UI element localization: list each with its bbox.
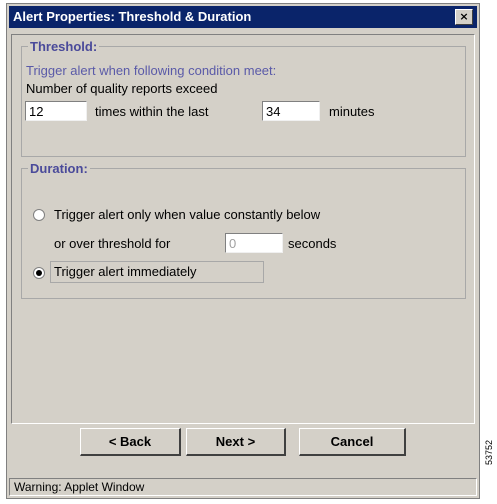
option2-label: Trigger alert immediately	[54, 264, 197, 279]
seconds-input[interactable]	[225, 233, 283, 253]
times-within-label: times within the last	[95, 104, 209, 119]
next-button[interactable]: Next >	[186, 428, 286, 456]
threshold-description: Trigger alert when following condition m…	[26, 63, 277, 78]
figure-id: 53752	[484, 439, 494, 465]
dialog-title: Alert Properties: Threshold & Duration	[13, 9, 252, 24]
title-bar: Alert Properties: Threshold & Duration ×	[9, 6, 477, 28]
status-bar: Warning: Applet Window	[9, 478, 477, 496]
content-panel: Threshold: Trigger alert when following …	[11, 34, 475, 424]
duration-legend: Duration:	[30, 161, 88, 176]
cancel-button[interactable]: Cancel	[299, 428, 406, 456]
seconds-label: seconds	[288, 236, 337, 251]
radio-selected-dot	[36, 270, 42, 276]
threshold-line1: Number of quality reports exceed	[26, 81, 218, 96]
option1-line1: Trigger alert only when value constantly…	[54, 207, 321, 222]
minutes-label: minutes	[329, 104, 375, 119]
close-icon[interactable]: ×	[455, 9, 473, 25]
threshold-group: Threshold:	[21, 39, 466, 157]
report-count-input[interactable]	[25, 101, 87, 121]
alert-properties-dialog: Alert Properties: Threshold & Duration ×…	[6, 3, 480, 499]
radio-constant-threshold[interactable]	[33, 209, 45, 221]
minutes-input[interactable]	[262, 101, 320, 121]
status-text: Warning: Applet Window	[14, 480, 145, 494]
radio-immediately[interactable]	[33, 267, 45, 279]
option1-line2: or over threshold for	[54, 236, 171, 251]
back-button[interactable]: < Back	[80, 428, 181, 456]
threshold-legend: Threshold:	[30, 39, 98, 54]
